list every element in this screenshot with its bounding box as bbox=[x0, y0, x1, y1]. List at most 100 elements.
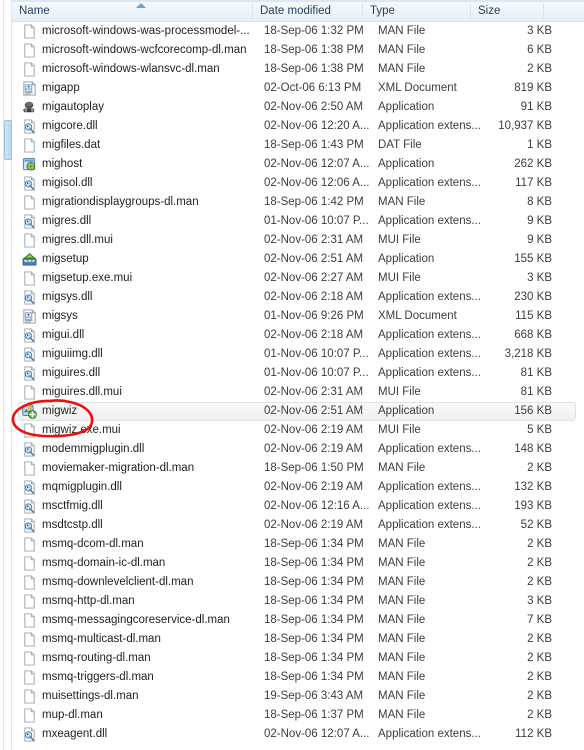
file-row[interactable]: miguires.dll 01-Nov-06 10:07 P... Applicat… bbox=[12, 364, 584, 383]
file-row[interactable]: migautoplay 02-Nov-06 2:50 AM Application 9… bbox=[12, 98, 584, 117]
file-row[interactable]: msmq-triggers-dl.man 18-Sep-06 1:34 PM MAN… bbox=[12, 668, 584, 687]
file-row[interactable]: migwiz 02-Nov-06 2:51 AM Application 156 KB bbox=[12, 402, 584, 421]
dll-icon bbox=[22, 366, 37, 381]
file-type-cell: MAN File bbox=[378, 63, 426, 75]
file-size-cell: 2 KB bbox=[527, 538, 552, 550]
file-size-cell: 2 KB bbox=[527, 690, 552, 702]
column-header-date-modified[interactable]: Date modified bbox=[253, 0, 362, 22]
file-size-cell: 9 KB bbox=[527, 215, 552, 227]
file-size-cell: 5 KB bbox=[527, 424, 552, 436]
file-row[interactable]: migsys.dll 02-Nov-06 2:18 AM Application e… bbox=[12, 288, 584, 307]
file-row[interactable]: migsetup 02-Nov-06 2:51 AM Application 155 … bbox=[12, 250, 584, 269]
file-row[interactable]: muisettings-dl.man 19-Sep-06 3:43 AM MAN F… bbox=[12, 687, 584, 706]
splitter-grip-handle[interactable] bbox=[4, 120, 12, 160]
file-type-cell: MAN File bbox=[378, 633, 426, 645]
file-name-cell: migrationdisplaygroups-dl.man bbox=[42, 196, 199, 208]
generic-file-icon bbox=[22, 670, 37, 685]
generic-file-icon bbox=[22, 613, 37, 628]
file-name-cell: msmq-domain-ic-dl.man bbox=[42, 557, 166, 569]
file-size-cell: 148 KB bbox=[514, 443, 552, 455]
file-row[interactable]: microsoft-windows-wcfcorecomp-dl.man 18-S… bbox=[12, 41, 584, 60]
file-date-modified-cell: 19-Sep-06 3:43 AM bbox=[264, 690, 364, 702]
file-row[interactable]: moviemaker-migration-dl.man 18-Sep-06 1:5… bbox=[12, 459, 584, 478]
file-name-cell: migapp bbox=[42, 82, 80, 94]
file-size-cell: 132 KB bbox=[514, 481, 552, 493]
pane-splitter[interactable] bbox=[3, 0, 12, 750]
file-name-cell: miguires.dll bbox=[42, 367, 101, 379]
file-size-cell: 3 KB bbox=[527, 272, 552, 284]
generic-file-icon bbox=[22, 195, 37, 210]
file-row[interactable]: mqmigplugin.dll 02-Nov-06 2:19 AM Applicat… bbox=[12, 478, 584, 497]
file-row[interactable]: migsetup.exe.mui 02-Nov-06 2:27 AM MUI Fil… bbox=[12, 269, 584, 288]
file-type-cell: MAN File bbox=[378, 557, 426, 569]
file-row[interactable]: migcore.dll 02-Nov-06 12:20 A... Applicati… bbox=[12, 117, 584, 136]
file-size-cell: 81 KB bbox=[520, 386, 552, 398]
file-date-modified-cell: 18-Sep-06 1:34 PM bbox=[264, 557, 364, 569]
file-row[interactable]: miguires.dll.mui 02-Nov-06 2:31 AM MUI Fil… bbox=[12, 383, 584, 402]
file-size-cell: 6 KB bbox=[527, 44, 552, 56]
dll-icon bbox=[22, 214, 37, 229]
file-row[interactable]: miguiimg.dll 01-Nov-06 10:07 P... Applicat… bbox=[12, 345, 584, 364]
file-row[interactable]: msmq-downlevelclient-dl.man 18-Sep-06 1:3… bbox=[12, 573, 584, 592]
file-type-cell: DAT File bbox=[378, 139, 422, 151]
file-row[interactable]: msmq-messagingcoreservice-dl.man 18-Sep-0… bbox=[12, 611, 584, 630]
file-row[interactable]: mup-dl.man 18-Sep-06 1:37 PM MAN File 2 KB bbox=[12, 706, 584, 725]
file-type-cell: Application extens... bbox=[378, 500, 481, 512]
file-name-cell: migsys bbox=[42, 310, 78, 322]
column-divider-4[interactable] bbox=[543, 3, 544, 19]
file-type-cell: MUI File bbox=[378, 424, 421, 436]
file-row[interactable]: migfiles.dat 18-Sep-06 1:43 PM DAT File 1 K… bbox=[12, 136, 584, 155]
file-row[interactable]: msmq-http-dl.man 18-Sep-06 1:34 PM MAN Fil… bbox=[12, 592, 584, 611]
file-date-modified-cell: 02-Nov-06 2:18 AM bbox=[264, 329, 364, 341]
file-row[interactable]: msmq-multicast-dl.man 18-Sep-06 1:34 PM MA… bbox=[12, 630, 584, 649]
file-row[interactable]: migrationdisplaygroups-dl.man 18-Sep-06 1… bbox=[12, 193, 584, 212]
generic-file-icon bbox=[22, 556, 37, 571]
file-size-cell: 91 KB bbox=[520, 101, 552, 113]
file-name-cell: msmq-triggers-dl.man bbox=[42, 671, 154, 683]
file-row[interactable]: msmq-dcom-dl.man 18-Sep-06 1:34 PM MAN Fil… bbox=[12, 535, 584, 554]
xml-document-icon bbox=[22, 309, 37, 324]
xml-document-icon bbox=[22, 81, 37, 96]
file-date-modified-cell: 18-Sep-06 1:34 PM bbox=[264, 576, 364, 588]
file-row[interactable]: microsoft-windows-wlansvc-dl.man 18-Sep-0… bbox=[12, 60, 584, 79]
file-row[interactable]: modemmigplugin.dll 02-Nov-06 2:19 AM Appli… bbox=[12, 440, 584, 459]
file-size-cell: 117 KB bbox=[515, 177, 552, 189]
file-row[interactable]: migisol.dll 02-Nov-06 12:06 A... Applicati… bbox=[12, 174, 584, 193]
file-date-modified-cell: 02-Nov-06 2:19 AM bbox=[264, 519, 364, 531]
file-row[interactable]: microsoft-windows-was-processmodel-... 18… bbox=[12, 22, 584, 41]
file-name-cell: microsoft-windows-wcfcorecomp-dl.man bbox=[42, 44, 247, 56]
file-type-cell: MUI File bbox=[378, 234, 421, 246]
file-date-modified-cell: 02-Nov-06 2:27 AM bbox=[264, 272, 364, 284]
file-row[interactable]: migres.dll.mui 02-Nov-06 2:31 AM MUI File 9… bbox=[12, 231, 584, 250]
file-date-modified-cell: 01-Nov-06 10:07 P... bbox=[264, 215, 369, 227]
file-type-cell: MAN File bbox=[378, 614, 426, 626]
file-type-cell: Application extens... bbox=[378, 519, 481, 531]
file-row[interactable]: msmq-domain-ic-dl.man 18-Sep-06 1:34 PM MA… bbox=[12, 554, 584, 573]
file-name-cell: migautoplay bbox=[42, 101, 105, 113]
file-list[interactable]: microsoft-windows-was-processmodel-... 18… bbox=[12, 22, 584, 750]
column-header-size[interactable]: Size bbox=[471, 0, 543, 22]
file-type-cell: XML Document bbox=[378, 310, 457, 322]
file-name-cell: msmq-routing-dl.man bbox=[42, 652, 151, 664]
file-row[interactable]: migsys 01-Nov-06 9:26 PM XML Document 115 K… bbox=[12, 307, 584, 326]
file-row[interactable]: migapp 02-Oct-06 6:13 PM XML Document 819 K… bbox=[12, 79, 584, 98]
file-row[interactable]: migwiz.exe.mui 02-Nov-06 2:19 AM MUI File 5… bbox=[12, 421, 584, 440]
file-name-cell: msdtcstp.dll bbox=[42, 519, 103, 531]
column-header-type[interactable]: Type bbox=[363, 0, 470, 22]
file-type-cell: MUI File bbox=[378, 272, 421, 284]
file-name-cell: mqmigplugin.dll bbox=[42, 481, 122, 493]
file-row[interactable]: msmq-routing-dl.man 18-Sep-06 1:34 PM MAN … bbox=[12, 649, 584, 668]
generic-file-icon bbox=[22, 708, 37, 723]
file-size-cell: 262 KB bbox=[514, 158, 552, 170]
file-row[interactable]: mighost 02-Nov-06 12:07 A... Application 26… bbox=[12, 155, 584, 174]
file-row[interactable]: msdtcstp.dll 02-Nov-06 2:19 AM Application… bbox=[12, 516, 584, 535]
file-size-cell: 112 KB bbox=[515, 728, 552, 740]
file-name-cell: msmq-downlevelclient-dl.man bbox=[42, 576, 194, 588]
file-row[interactable]: msctfmig.dll 02-Nov-06 12:16 A... Applicat… bbox=[12, 497, 584, 516]
file-row[interactable]: mxeagent.dll 02-Nov-06 12:07 A... Applicat… bbox=[12, 725, 584, 744]
file-row[interactable]: migui.dll 02-Nov-06 2:18 AM Application ex… bbox=[12, 326, 584, 345]
column-header-name[interactable]: Name bbox=[12, 0, 252, 22]
file-row[interactable]: migres.dll 01-Nov-06 10:07 P... Applicatio… bbox=[12, 212, 584, 231]
file-type-cell: MAN File bbox=[378, 196, 426, 208]
file-date-modified-cell: 18-Sep-06 1:37 PM bbox=[264, 709, 364, 721]
